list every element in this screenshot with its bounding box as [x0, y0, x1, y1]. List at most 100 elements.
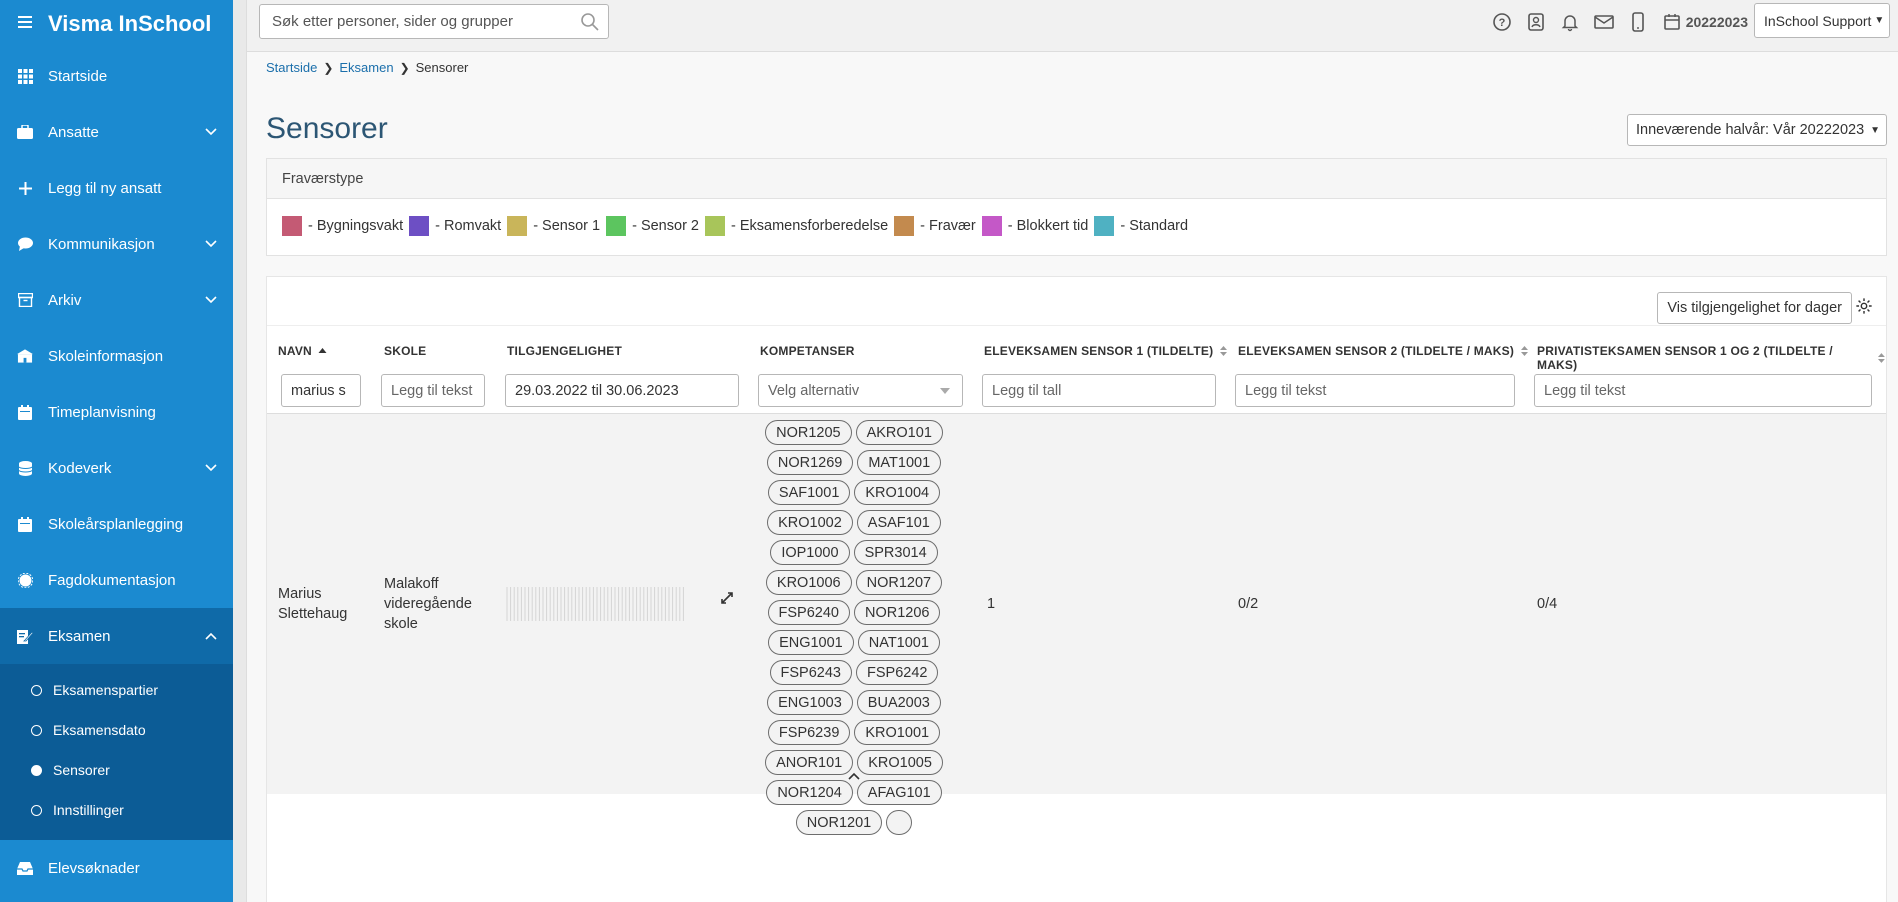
sidebar-item-label: Timeplanvisning — [48, 403, 156, 421]
competence-chip[interactable]: NOR1201 — [795, 810, 883, 835]
competence-chip[interactable]: ENG1001 — [768, 630, 854, 655]
competence-chip[interactable]: NOR1207 — [855, 570, 943, 595]
competence-chip[interactable]: SAF1001 — [767, 480, 851, 505]
app-title[interactable]: Visma InSchool — [48, 11, 211, 37]
contact-card-icon[interactable] — [1524, 10, 1548, 34]
sidebar-subitem-label: Sensorer — [53, 762, 110, 778]
sidebar-item-label: Elevsøknader — [48, 859, 140, 877]
legend-item: - Romvakt — [409, 216, 501, 236]
column-label: ELEVEKSAMEN SENSOR 2 (TILDELTE / MAKS) — [1238, 344, 1515, 358]
chevron-up-icon[interactable] — [201, 626, 221, 646]
school-filter-input[interactable]: Legg til tekst — [381, 374, 485, 407]
sort-icon — [1878, 353, 1886, 363]
sidebar-item-elevsøknader[interactable]: Elevsøknader — [0, 840, 233, 896]
sidebar-item-skoleårsplanlegging[interactable]: Skoleårsplanlegging — [0, 496, 233, 552]
gear-icon[interactable] — [1855, 297, 1873, 315]
availability-filter-input[interactable]: 29.03.2022 til 30.06.2023 — [505, 374, 739, 407]
sidebar-item-skoleinformasjon[interactable]: Skoleinformasjon — [0, 328, 233, 384]
competence-chip[interactable]: FSP6239 — [767, 720, 851, 745]
competence-chip[interactable]: NOR1206 — [853, 600, 941, 625]
competence-chip[interactable]: KRO1006 — [765, 570, 852, 595]
competence-chip[interactable]: FSP6243 — [769, 660, 852, 685]
show-availability-button[interactable]: Vis tilgjengelighet for dager — [1657, 292, 1852, 324]
sidebar-subitem-eksamenspartier[interactable]: Eksamenspartier — [0, 670, 233, 710]
competence-chip[interactable]: KRO1004 — [854, 480, 941, 505]
mail-icon[interactable] — [1592, 10, 1616, 34]
breadcrumb: Startside ❯ Eksamen ❯ Sensorer — [266, 60, 468, 75]
column-header-sensor2[interactable]: ELEVEKSAMEN SENSOR 2 (TILDELTE / MAKS) — [1238, 344, 1529, 358]
competence-chip[interactable]: BUA2003 — [856, 690, 941, 715]
expand-icon[interactable] — [719, 590, 735, 606]
calendar-icon[interactable] — [1660, 10, 1684, 34]
legend-swatch — [606, 216, 627, 236]
breadcrumb-startside[interactable]: Startside — [266, 60, 317, 75]
breadcrumb-current: Sensorer — [415, 60, 469, 75]
search-placeholder: Søk etter personer, sider og grupper — [272, 13, 513, 30]
sidebar-item-kommunikasjon[interactable]: Kommunikasjon — [0, 216, 233, 272]
private-filter-input[interactable]: Legg til tekst — [1534, 374, 1872, 407]
sidebar-item-timeplanvisning[interactable]: Timeplanvisning — [0, 384, 233, 440]
competence-filter-select[interactable]: Velg alternativ — [758, 374, 963, 407]
sidebar-subitem-label: Innstillinger — [53, 802, 124, 818]
chevron-down-icon[interactable] — [201, 290, 221, 310]
help-icon[interactable]: ? — [1490, 10, 1514, 34]
availability-timeline[interactable] — [505, 586, 685, 622]
user-menu-button[interactable]: InSchool Support ▼ — [1754, 3, 1890, 38]
school-year[interactable]: 20222023 — [1686, 14, 1748, 30]
competence-chip[interactable]: NOR1205 — [765, 420, 852, 445]
competence-chip[interactable]: NOR1269 — [766, 450, 854, 475]
competence-chip[interactable] — [886, 810, 913, 835]
chevron-down-icon[interactable] — [201, 122, 221, 142]
competence-chip[interactable]: ANOR101 — [765, 750, 854, 775]
chevron-up-icon[interactable] — [847, 771, 861, 781]
table-row[interactable]: Marius Slettehaug Malakoff videregående … — [267, 414, 1886, 835]
competence-chip[interactable]: NOR1204 — [766, 780, 853, 805]
sidebar-subitem-sensorer[interactable]: Sensorer — [0, 750, 233, 790]
caret-down-icon: ▼ — [1870, 124, 1880, 136]
column-header-navn[interactable]: NAVN — [278, 344, 327, 358]
sidebar-item-ansatte[interactable]: Ansatte — [0, 104, 233, 160]
competence-chip[interactable]: ENG1003 — [767, 690, 853, 715]
sidebar-item-arkiv[interactable]: Arkiv — [0, 272, 233, 328]
bell-icon[interactable] — [1558, 10, 1582, 34]
chevron-down-icon[interactable] — [201, 458, 221, 478]
chevron-down-icon[interactable] — [201, 234, 221, 254]
column-header-privatist[interactable]: PRIVATISTEKSAMEN SENSOR 1 OG 2 (TILDELTE… — [1537, 344, 1886, 372]
sidebar-item-fagdokumentasjon[interactable]: Fagdokumentasjon — [0, 552, 233, 608]
competence-chip[interactable]: MAT1001 — [857, 450, 942, 475]
competence-chip[interactable]: AFAG101 — [856, 780, 942, 805]
competence-chip[interactable]: IOP1000 — [770, 540, 850, 565]
competence-chip[interactable]: ASAF101 — [856, 510, 941, 535]
competence-chip[interactable]: SPR3014 — [853, 540, 938, 565]
sensor1-filter-input[interactable]: Legg til tall — [982, 374, 1216, 407]
sidebar-item-startside[interactable]: Startside — [0, 48, 233, 104]
competence-chip[interactable]: FSP6242 — [856, 660, 939, 685]
breadcrumb-eksamen[interactable]: Eksamen — [339, 60, 393, 75]
competence-chip[interactable]: KRO1002 — [767, 510, 853, 535]
competence-chip[interactable]: NAT1001 — [857, 630, 940, 655]
content-area: Startside ❯ Eksamen ❯ Sensorer Sensorer … — [247, 52, 1898, 902]
sensor2-filter-input[interactable]: Legg til tekst — [1235, 374, 1515, 407]
competence-chip[interactable]: KRO1005 — [857, 750, 943, 775]
semester-select[interactable]: Inneværende halvår: Vår 20222023 ▼ — [1627, 114, 1887, 146]
legend-item: - Blokkert tid — [981, 216, 1088, 236]
global-search-input[interactable]: Søk etter personer, sider og grupper — [259, 4, 609, 39]
search-icon[interactable] — [580, 12, 600, 32]
competence-chip[interactable]: KRO1001 — [854, 720, 941, 745]
column-header-sensor1[interactable]: ELEVEKSAMEN SENSOR 1 (TILDELTE) — [984, 344, 1228, 358]
calendar-icon — [17, 404, 33, 420]
name-filter-input[interactable]: marius s — [281, 374, 361, 407]
hamburger-menu-icon[interactable] — [18, 15, 32, 33]
competence-chip[interactable]: AKRO101 — [855, 420, 943, 445]
sidebar-item-eksamen[interactable]: Eksamen — [0, 608, 233, 664]
sidebar-item-kodeverk[interactable]: Kodeverk — [0, 440, 233, 496]
scrollbar[interactable] — [233, 0, 247, 902]
sidebar-subitem-innstillinger[interactable]: Innstillinger — [0, 790, 233, 830]
sidebar-item-legg-til-ny-ansatt[interactable]: Legg til ny ansatt — [0, 160, 233, 216]
competence-chip[interactable]: FSP6240 — [767, 600, 850, 625]
dot-icon — [31, 724, 42, 736]
competence-placeholder: Velg alternativ — [768, 382, 860, 399]
mobile-icon[interactable] — [1626, 10, 1650, 34]
sidebar-subitem-eksamensdato[interactable]: Eksamensdato — [0, 710, 233, 750]
column-header-skole: SKOLE — [384, 344, 426, 358]
